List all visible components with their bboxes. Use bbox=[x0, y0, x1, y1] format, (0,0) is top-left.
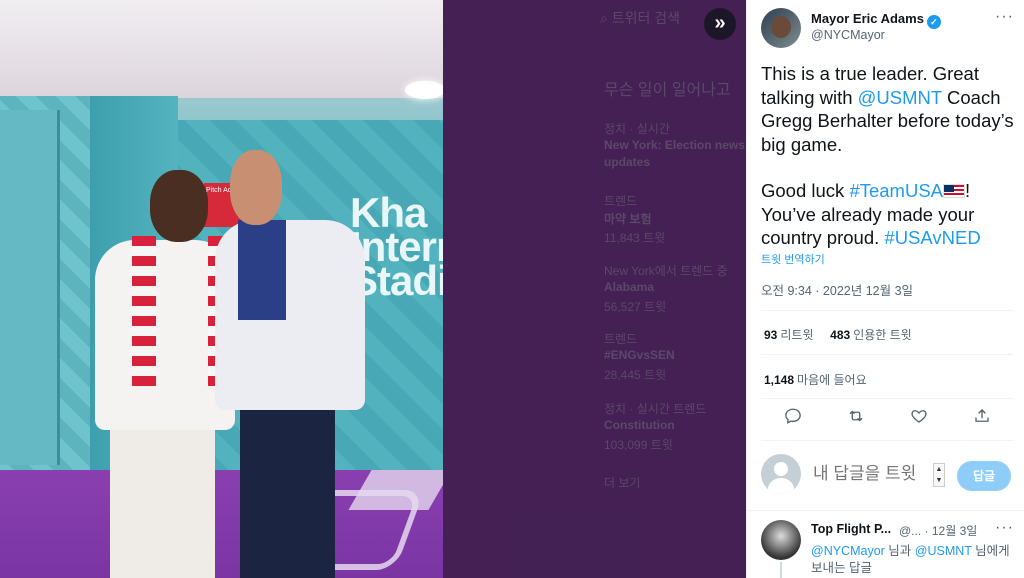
tweet-timestamp[interactable]: 오전 9:34 · 2022년 12월 3일 bbox=[761, 280, 913, 299]
tweet-text: This is a true leader. Great talking wit… bbox=[761, 62, 1019, 250]
reply-author-name[interactable]: Top Flight P... bbox=[811, 522, 891, 536]
photo-ceiling bbox=[0, 0, 443, 98]
tweet-actions bbox=[761, 404, 1013, 432]
retweet-icon[interactable] bbox=[839, 407, 873, 430]
background-trend-label: 마약 보험 bbox=[604, 212, 652, 226]
mention-link[interactable]: @USMNT bbox=[915, 544, 972, 558]
background-trend-label: New York: Election news bbox=[604, 138, 745, 152]
retweets-label: 리트윗 bbox=[780, 328, 814, 342]
verified-badge-icon: ✓ bbox=[926, 15, 941, 29]
background-trend-meta: 28,445 트윗 bbox=[604, 368, 667, 382]
hashtag-link[interactable]: #TeamUSA bbox=[849, 180, 943, 201]
photo-person-right-legs bbox=[240, 395, 335, 578]
quotes-label: 인용한 트윗 bbox=[853, 328, 912, 342]
background-trend-label: Alabama bbox=[604, 280, 655, 294]
retweets-count: 93 bbox=[764, 328, 778, 342]
likes-count: 1,148 bbox=[764, 373, 795, 387]
translate-tweet-link[interactable]: 트윗 번역하기 bbox=[761, 251, 825, 267]
background-trend-meta: 정치 · 실시간 bbox=[604, 122, 670, 136]
more-options-icon[interactable]: ··· bbox=[995, 8, 1014, 26]
reply-meta[interactable]: @... · 12월 3일 bbox=[899, 522, 977, 539]
photo-door bbox=[0, 110, 60, 465]
background-trend-meta: 56,527 트윗 bbox=[604, 300, 667, 314]
replying-to-text: 님과 bbox=[884, 544, 915, 558]
share-icon[interactable] bbox=[965, 407, 999, 430]
retweet-quote-stats: 93 리트윗 483 인용한 트윗 bbox=[764, 326, 912, 343]
tweet-photo[interactable]: Kha Interna Stadi Pitch Access bbox=[0, 0, 443, 578]
background-trend-label: Constitution bbox=[604, 418, 675, 432]
reply-author-avatar[interactable] bbox=[761, 520, 801, 560]
background-more-link: 더 보기 bbox=[604, 476, 641, 490]
tweet-text-segment: Good luck bbox=[761, 180, 850, 201]
likes-label: 마음에 들어요 bbox=[797, 373, 867, 387]
author-name-row[interactable]: Mayor Eric Adams ✓ bbox=[811, 11, 941, 29]
background-trend-meta: 트렌드 bbox=[604, 194, 638, 208]
background-trend-meta: 103,099 트윗 bbox=[604, 438, 673, 452]
background-trend-label: #ENGvsSEN bbox=[604, 348, 675, 362]
current-user-avatar bbox=[761, 454, 801, 494]
likes-stat[interactable]: 1,148 마음에 들어요 bbox=[764, 371, 867, 388]
photo-scarf bbox=[132, 236, 156, 386]
reply-thread-line bbox=[780, 562, 782, 578]
background-trend-meta: 트렌드 bbox=[604, 332, 638, 346]
divider bbox=[747, 510, 1024, 511]
divider bbox=[761, 398, 1013, 399]
background-trends-title: 무슨 일이 일어나고 bbox=[604, 82, 731, 99]
tweet-detail-panel: Mayor Eric Adams ✓ @NYCMayor ··· This is … bbox=[746, 0, 1024, 578]
hashtag-link[interactable]: #USAvNED bbox=[884, 227, 980, 248]
divider bbox=[761, 440, 1013, 441]
media-viewer: Kha Interna Stadi Pitch Access ⌕ 트위터 검색 … bbox=[0, 0, 1024, 578]
divider bbox=[761, 310, 1013, 311]
replying-to-text: 님에게 bbox=[971, 544, 1010, 558]
expand-panel-button[interactable]: » bbox=[704, 8, 736, 40]
reply-more-options-icon[interactable]: ··· bbox=[995, 519, 1014, 537]
quotes-stat[interactable]: 483 인용한 트윗 bbox=[830, 328, 912, 342]
photo-person-left-legs bbox=[110, 420, 215, 578]
background-search-text: 트위터 검색 bbox=[611, 10, 681, 26]
replying-to-text: 보내는 답글 bbox=[811, 561, 872, 575]
quotes-count: 483 bbox=[830, 328, 851, 342]
background-trend-label: updates bbox=[604, 155, 651, 169]
us-flag-icon bbox=[943, 184, 966, 198]
mention-link[interactable]: @NYCMayor bbox=[811, 544, 885, 558]
reply-icon[interactable] bbox=[776, 407, 810, 430]
mention-link[interactable]: @USMNT bbox=[858, 87, 942, 108]
author-name[interactable]: Mayor Eric Adams bbox=[811, 11, 924, 26]
background-trend-meta: New York에서 트렌드 중 bbox=[604, 264, 728, 278]
divider bbox=[761, 354, 1013, 355]
reply-submit-button[interactable]: 답글 bbox=[957, 461, 1011, 491]
retweets-stat[interactable]: 93 리트윗 bbox=[764, 328, 813, 342]
heart-icon[interactable] bbox=[902, 407, 936, 430]
photo-ceiling-light bbox=[405, 81, 443, 99]
reply-input[interactable] bbox=[813, 464, 933, 484]
background-trend-meta: 정치 · 실시간 트렌드 bbox=[604, 402, 707, 416]
chevrons-right-icon: » bbox=[714, 12, 726, 34]
photo-person-left-head bbox=[150, 170, 208, 242]
author-handle[interactable]: @NYCMayor bbox=[811, 28, 885, 42]
author-avatar[interactable] bbox=[761, 8, 801, 48]
photo-person-right-head bbox=[230, 150, 282, 225]
background-trend-meta: 11,843 트윗 bbox=[604, 231, 666, 245]
input-stepper[interactable]: ▲ ▼ bbox=[933, 463, 945, 487]
photo-person-right-shirt bbox=[238, 220, 286, 320]
